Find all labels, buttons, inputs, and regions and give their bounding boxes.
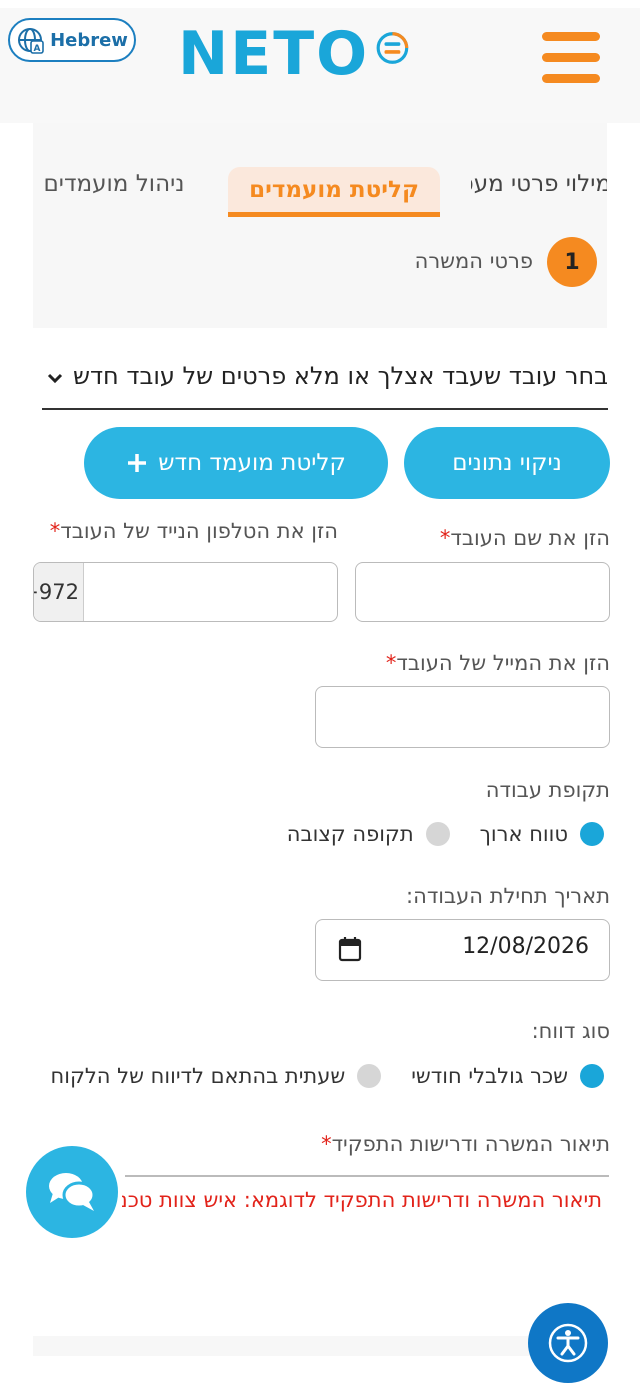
neto-logo[interactable]: NETO <box>178 18 410 90</box>
employee-name-label: הזן את שם העובד* <box>439 526 610 550</box>
tab-employer-details[interactable]: מילוי פרטי מעסיק <box>471 171 607 197</box>
calendar-icon[interactable] <box>338 936 362 962</box>
tab-manage-candidates[interactable]: ניהול מועמדים <box>33 171 205 197</box>
steps-card: מילוי פרטי מעסיק קליטת מועמדים ניהול מוע… <box>33 123 607 328</box>
start-date-input[interactable]: 12/08/2026 <box>315 919 610 981</box>
employee-select-text: בחר עובד שעבד אצלך או מלא פרטים של עובד … <box>72 362 608 390</box>
clear-data-button[interactable]: ניקוי נתונים <box>404 427 610 499</box>
employee-email-label: הזן את המייל של העובד* <box>385 651 610 675</box>
new-candidate-button[interactable]: קליטת מועמד חדש <box>84 427 388 499</box>
employee-phone-label: הזן את הטלפון הנייד של העובד* <box>49 519 338 543</box>
radio-selected[interactable] <box>580 822 604 846</box>
logo-equals-icon <box>376 32 409 64</box>
employee-email-input[interactable] <box>315 686 610 748</box>
chevron-down-icon <box>47 373 63 384</box>
employee-phone-input[interactable]: +972 <box>33 562 338 622</box>
work-period-label: תקופת עבודה <box>485 778 610 802</box>
globe-language-icon: A <box>18 28 44 54</box>
step-number-badge: 1 <box>547 237 597 287</box>
work-period-option-long[interactable]: טווח ארוך <box>480 822 604 846</box>
footer-strip <box>33 1336 607 1356</box>
step-label: פרטי המשרה <box>414 249 533 273</box>
radio-selected[interactable] <box>580 1064 604 1088</box>
tab-onboard-candidates[interactable]: קליטת מועמדים <box>228 167 440 217</box>
radio-unselected[interactable] <box>425 822 450 846</box>
accessibility-button[interactable] <box>528 1303 608 1383</box>
language-button[interactable]: A Hebrew <box>8 18 136 62</box>
work-period-option-fixed[interactable]: תקופה קצובה <box>287 822 450 846</box>
new-candidate-label: קליטת מועמד חדש <box>158 450 346 476</box>
chat-button[interactable] <box>26 1146 118 1238</box>
start-date-value: 12/08/2026 <box>462 934 589 959</box>
svg-text:A: A <box>34 44 41 54</box>
employee-name-input[interactable] <box>355 562 610 622</box>
menu-icon[interactable] <box>542 30 600 86</box>
language-label: Hebrew <box>50 29 128 51</box>
phone-country-code[interactable]: +972 <box>34 563 84 621</box>
plus-icon <box>128 454 147 472</box>
accessibility-icon <box>548 1323 588 1363</box>
job-description-border <box>125 1175 609 1177</box>
job-description-input[interactable]: תיאור המשרה ודרישות התפקיד לדוגמא: איש צ… <box>122 1188 602 1212</box>
report-option-hourly[interactable]: שעתית בהתאם לדיווח של הלקוח <box>51 1064 382 1088</box>
radio-unselected[interactable] <box>357 1064 382 1088</box>
logo-text: NETO <box>178 19 370 89</box>
report-type-radio-group: שכר גולבלי חודשי שעתית בהתאם לדיווח של ה… <box>21 1064 604 1088</box>
report-option-monthly[interactable]: שכר גולבלי חודשי <box>411 1064 604 1088</box>
work-period-radio-group: טווח ארוך תקופה קצובה <box>257 822 604 846</box>
employee-select[interactable]: בחר עובד שעבד אצלך או מלא פרטים של עובד … <box>42 350 608 410</box>
chat-bubbles-icon <box>49 1173 96 1211</box>
job-description-label: תיאור המשרה ודרישות התפקיד* <box>321 1132 610 1156</box>
report-type-label: סוג דווח: <box>531 1019 610 1043</box>
start-date-label: תאריך תחילת העבודה: <box>406 884 610 908</box>
